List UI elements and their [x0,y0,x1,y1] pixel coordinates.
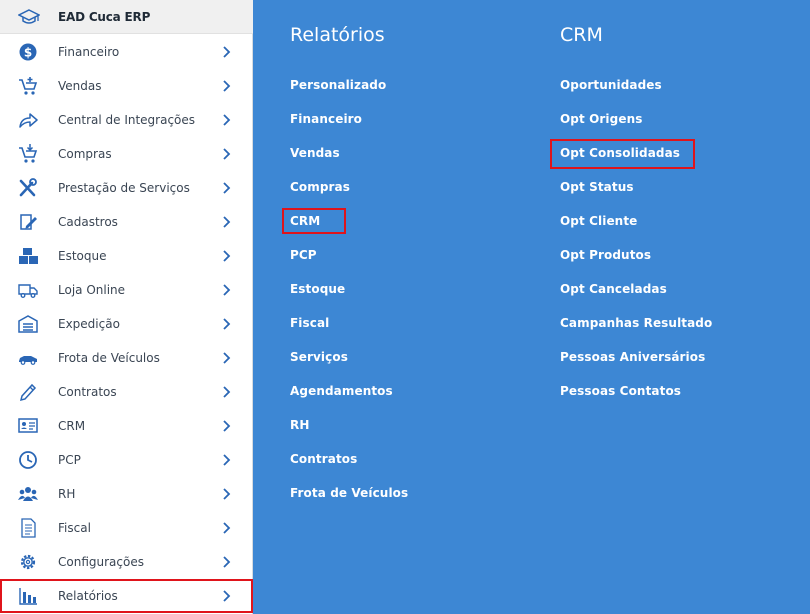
menu-link-personalizado[interactable]: Personalizado [290,78,386,92]
chevron-right-icon [223,590,231,602]
chevron-right-icon [223,386,231,398]
chevron-right-icon [223,46,231,58]
sidebar-item-label: Compras [58,147,112,161]
chevron-right-icon [223,352,231,364]
menu-link-agendamentos[interactable]: Agendamentos [290,384,393,398]
svg-text:$: $ [24,46,32,60]
menu-link-opt-status[interactable]: Opt Status [560,180,634,194]
sidebar-item-label: Central de Integrações [58,113,196,127]
menu-link-servicos[interactable]: Serviços [290,350,348,364]
tools-icon [19,178,37,197]
document-icon [21,518,36,538]
cart-down-icon [19,144,38,163]
share-icon [19,113,38,128]
sidebar-item-label: Prestação de Serviços [58,181,190,195]
sidebar-item-label: Contratos [58,385,117,399]
sidebar-item-frota-veiculos[interactable]: Frota de Veículos [0,341,253,375]
chevron-right-icon [223,420,231,432]
chevron-right-icon [223,556,231,568]
crm-title: CRM [560,24,603,46]
sidebar-item-vendas[interactable]: Vendas [0,69,253,103]
menu-link-pcp[interactable]: PCP [290,248,317,262]
sidebar: EAD Cuca ERP $ Financeiro Vendas Central… [0,0,253,614]
gear-icon [20,554,36,570]
sidebar-item-configuracoes[interactable]: Configurações [0,545,253,579]
car-icon [19,356,37,365]
sidebar-item-relatorios[interactable]: Relatórios [0,579,253,613]
sidebar-item-label: Cadastros [58,215,118,229]
menu-link-campanhas-resultado[interactable]: Campanhas Resultado [560,316,712,330]
truck-icon [18,284,38,298]
chevron-right-icon [223,114,231,126]
menu-link-contratos[interactable]: Contratos [290,452,357,466]
sidebar-item-financeiro[interactable]: $ Financeiro [0,35,253,69]
menu-link-opt-consolidadas[interactable]: Opt Consolidadas [560,146,680,160]
sidebar-item-label: RH [58,487,76,501]
sidebar-item-label: Expedição [58,317,120,331]
sidebar-item-label: Vendas [58,79,102,93]
sidebar-item-estoque[interactable]: Estoque [0,239,253,273]
warehouse-icon [18,315,38,333]
sidebar-item-pcp[interactable]: PCP [0,443,253,477]
graduation-cap-icon [18,9,40,24]
bar-chart-icon [19,588,37,605]
clock-icon [19,451,37,469]
chevron-right-icon [223,522,231,534]
pencil-icon [19,383,37,402]
sidebar-item-loja-online[interactable]: Loja Online [0,273,253,307]
menu-link-financeiro[interactable]: Financeiro [290,112,362,126]
menu-link-crm[interactable]: CRM [290,214,320,228]
chevron-right-icon [223,80,231,92]
menu-link-opt-origens[interactable]: Opt Origens [560,112,642,126]
sidebar-item-crm[interactable]: CRM [0,409,253,443]
users-icon [18,487,38,501]
chevron-right-icon [223,284,231,296]
relatorios-title: Relatórios [290,24,385,46]
sidebar-item-cadastros[interactable]: Cadastros [0,205,253,239]
menu-link-opt-cliente[interactable]: Opt Cliente [560,214,637,228]
chevron-right-icon [223,250,231,262]
sidebar-item-rh[interactable]: RH [0,477,253,511]
menu-link-estoque[interactable]: Estoque [290,282,345,296]
menu-link-pessoas-aniversarios[interactable]: Pessoas Aniversários [560,350,705,364]
menu-link-compras[interactable]: Compras [290,180,350,194]
sidebar-item-expedicao[interactable]: Expedição [0,307,253,341]
chevron-right-icon [223,454,231,466]
sidebar-item-label: Loja Online [58,283,126,297]
sidebar-item-label: Frota de Veículos [58,351,160,365]
edit-icon [20,214,37,230]
menu-link-fiscal[interactable]: Fiscal [290,316,329,330]
menu-link-frota-veiculos[interactable]: Frota de Veículos [290,486,408,500]
sidebar-item-label: Fiscal [58,521,91,535]
sidebar-item-label: PCP [58,453,81,467]
cart-add-icon [19,77,38,95]
sidebar-header[interactable]: EAD Cuca ERP [0,0,253,34]
sidebar-item-label: Financeiro [58,45,120,59]
menu-link-rh[interactable]: RH [290,418,309,432]
chevron-right-icon [223,318,231,330]
menu-link-opt-produtos[interactable]: Opt Produtos [560,248,651,262]
id-card-icon [18,418,38,433]
menu-link-oportunidades[interactable]: Oportunidades [560,78,662,92]
sidebar-item-label: Configurações [58,555,144,569]
sidebar-item-prestacao-servicos[interactable]: Prestação de Serviços [0,171,253,205]
sidebar-item-contratos[interactable]: Contratos [0,375,253,409]
menu-link-vendas[interactable]: Vendas [290,146,340,160]
sidebar-item-label: CRM [58,419,86,433]
app-title: EAD Cuca ERP [58,10,151,24]
chevron-right-icon [223,148,231,160]
chevron-right-icon [223,182,231,194]
sidebar-item-compras[interactable]: Compras [0,137,253,171]
menu-link-opt-canceladas[interactable]: Opt Canceladas [560,282,667,296]
sidebar-item-label: Relatórios [58,589,118,603]
sidebar-item-fiscal[interactable]: Fiscal [0,511,253,545]
chevron-right-icon [223,488,231,500]
sidebar-item-label: Estoque [58,249,107,263]
sidebar-item-central-integracoes[interactable]: Central de Integrações [0,103,253,137]
menu-link-pessoas-contatos[interactable]: Pessoas Contatos [560,384,681,398]
chevron-right-icon [223,216,231,228]
boxes-icon [19,248,38,264]
dollar-icon: $ [19,43,37,61]
